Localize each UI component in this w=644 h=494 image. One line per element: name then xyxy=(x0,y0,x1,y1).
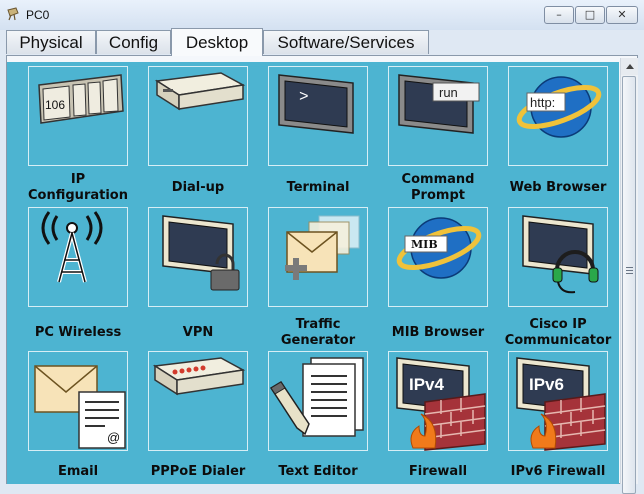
app-web-browser[interactable]: http: Web Browser xyxy=(498,66,618,206)
scrollbar-thumb[interactable] xyxy=(622,76,636,494)
modem-icon xyxy=(148,66,248,166)
app-pppoe-dialer[interactable]: PPPoE Dialer xyxy=(138,351,258,484)
mib-browser-icon: MIB xyxy=(388,207,488,307)
ip-configuration-icon: 106 xyxy=(28,66,128,166)
vertical-scrollbar[interactable] xyxy=(620,58,638,494)
tab-desktop[interactable]: Desktop xyxy=(171,28,263,56)
app-pc-wireless[interactable]: PC Wireless xyxy=(18,207,138,347)
text-editor-icon xyxy=(268,351,368,451)
app-label: MIB Browser xyxy=(391,325,485,340)
scrollbar-grip-icon xyxy=(626,267,633,275)
firewall-icon: IPv4 xyxy=(388,351,488,451)
terminal-prompt-glyph: > xyxy=(299,88,309,106)
traffic-generator-icon xyxy=(268,207,368,307)
mib-badge: MIB xyxy=(411,238,438,251)
minimize-button[interactable]: – xyxy=(544,6,574,24)
app-label: Traffic xyxy=(295,317,341,332)
maximize-icon: □ xyxy=(584,8,596,21)
command-prompt-icon: run xyxy=(388,66,488,166)
app-dial-up[interactable]: Dial-up xyxy=(138,66,258,206)
vpn-lock-icon xyxy=(148,207,248,307)
packet-tracer-app-icon xyxy=(7,7,19,21)
ipv4-badge: IPv4 xyxy=(409,375,445,394)
app-vpn[interactable]: VPN xyxy=(138,207,258,347)
tab-physical[interactable]: Physical xyxy=(6,30,96,54)
app-label: Web Browser xyxy=(509,180,607,195)
app-label: PPPoE Dialer xyxy=(150,464,246,479)
app-ip-configuration[interactable]: 106 IP Configuration xyxy=(18,66,138,206)
app-label: Configuration xyxy=(28,188,128,203)
http-badge: http: xyxy=(530,95,555,110)
app-ipv6-firewall[interactable]: IPv6 IPv6 Firewall xyxy=(498,351,618,484)
minimize-icon: – xyxy=(556,8,562,21)
app-label: Prompt xyxy=(411,188,465,203)
app-label: PC Wireless xyxy=(34,325,122,340)
app-command-prompt[interactable]: run Command Prompt xyxy=(378,66,498,206)
tab-software-services[interactable]: Software/Services xyxy=(263,30,429,54)
app-traffic-generator[interactable]: Traffic Generator xyxy=(258,207,378,348)
app-email[interactable]: @ Email xyxy=(18,351,138,484)
desktop-area: 106 IP Configuration Dial-up > Terminal xyxy=(7,62,619,484)
email-icon: @ xyxy=(28,351,128,451)
terminal-icon: > xyxy=(268,66,368,166)
scroll-up-arrow-icon[interactable] xyxy=(621,58,638,75)
app-label: Cisco IP xyxy=(529,317,587,332)
at-badge: @ xyxy=(107,430,120,445)
tab-config[interactable]: Config xyxy=(96,30,171,54)
ipv6-firewall-icon: IPv6 xyxy=(508,351,608,451)
app-label: Dial-up xyxy=(171,180,225,195)
app-mib-browser[interactable]: MIB MIB Browser xyxy=(378,207,498,347)
ipv6-badge: IPv6 xyxy=(529,375,564,394)
app-label: Command xyxy=(401,172,475,187)
app-label: VPN xyxy=(182,325,214,340)
ip-badge: 106 xyxy=(45,98,65,112)
app-label: Generator xyxy=(280,333,356,348)
maximize-button[interactable]: □ xyxy=(575,6,605,24)
app-label: IPv6 Firewall xyxy=(510,464,606,479)
web-browser-icon: http: xyxy=(508,66,608,166)
title-bar[interactable]: PC0 – □ ✕ xyxy=(0,0,644,30)
pppoe-dialer-icon xyxy=(148,351,248,451)
close-icon: ✕ xyxy=(617,8,627,21)
app-firewall[interactable]: IPv4 Firewall xyxy=(378,351,498,484)
app-cisco-ip-communicator[interactable]: Cisco IP Communicator xyxy=(498,207,618,348)
app-label: Terminal xyxy=(286,180,350,195)
app-label: Firewall xyxy=(408,464,468,479)
app-label: Email xyxy=(57,464,99,479)
close-button[interactable]: ✕ xyxy=(606,6,638,24)
app-label: IP xyxy=(70,172,86,187)
app-terminal[interactable]: > Terminal xyxy=(258,66,378,206)
app-text-editor[interactable]: Text Editor xyxy=(258,351,378,484)
wireless-antenna-icon xyxy=(28,207,128,307)
app-label: Communicator xyxy=(504,333,612,348)
run-badge: run xyxy=(439,85,458,100)
app-label: Text Editor xyxy=(278,464,358,479)
window-title: PC0 xyxy=(26,8,50,22)
ip-communicator-icon xyxy=(508,207,608,307)
